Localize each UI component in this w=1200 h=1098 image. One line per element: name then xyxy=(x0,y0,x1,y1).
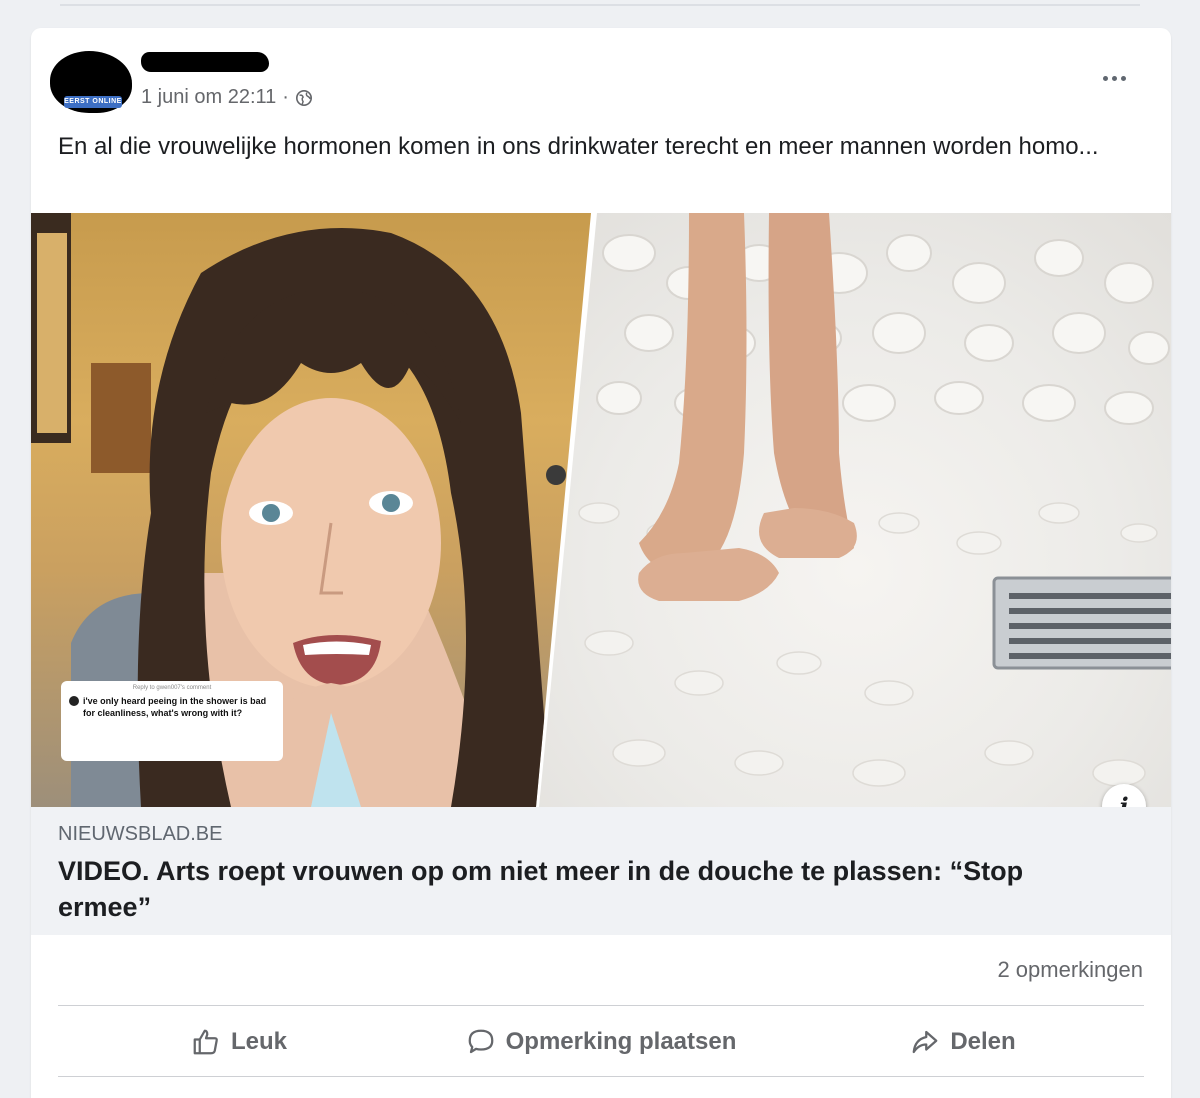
comment-count[interactable]: 2 opmerkingen xyxy=(997,957,1143,983)
like-label: Leuk xyxy=(230,1028,287,1055)
author-name-redacted[interactable] xyxy=(141,52,269,72)
link-title[interactable]: VIDEO. Arts roept vrouwen op om niet mee… xyxy=(58,853,1098,925)
shower-illustration xyxy=(578,213,1171,787)
post-meta: 1 juni om 22:11 · xyxy=(141,86,313,109)
thumbs-up-icon xyxy=(193,1029,218,1055)
action-bar: Leuk Opmerking plaatsen Delen xyxy=(58,1018,1144,1066)
post-card: EERST ONLINE 1 juni om 22:11 · En al die… xyxy=(31,28,1171,1098)
comment-label: Opmerking plaatsen xyxy=(505,1028,737,1055)
thumbnail-left-woman: Reply to gwen007's comment i've only hea… xyxy=(31,213,591,807)
share-label: Delen xyxy=(950,1028,1016,1055)
bottom-divider xyxy=(58,1076,1144,1077)
feed-divider xyxy=(60,4,1140,6)
thumbnail-right-shower-floor xyxy=(539,213,1171,807)
caption-reply-label: Reply to gwen007's comment xyxy=(132,685,212,691)
comment-icon xyxy=(468,1029,493,1054)
caption-comment-text: i've only heard peeing in the shower is … xyxy=(83,696,267,718)
meta-separator: · xyxy=(282,86,289,108)
share-icon xyxy=(912,1030,938,1054)
thumbnail-caption: Reply to gwen007's comment i've only hea… xyxy=(61,681,283,761)
comment-button[interactable]: Opmerking plaatsen xyxy=(420,1018,782,1066)
post-header: EERST ONLINE 1 juni om 22:11 · xyxy=(31,28,1171,128)
link-meta[interactable]: NIEUWSBLAD.BE VIDEO. Arts roept vrouwen … xyxy=(31,807,1171,935)
share-button[interactable]: Delen xyxy=(782,1018,1144,1066)
link-preview-image[interactable]: Reply to gwen007's comment i've only hea… xyxy=(31,213,1171,807)
like-button[interactable]: Leuk xyxy=(58,1018,420,1066)
globe-icon xyxy=(295,89,312,106)
post-timestamp[interactable]: 1 juni om 22:11 xyxy=(141,86,276,109)
avatar-badge: EERST ONLINE xyxy=(64,96,122,108)
actions-divider xyxy=(58,1005,1144,1006)
post-text: En al die vrouwelijke hormonen komen in … xyxy=(58,133,1099,160)
more-options-icon[interactable] xyxy=(1097,66,1131,90)
caption-comment: i've only heard peeing in the shower is … xyxy=(69,695,275,719)
caption-avatar xyxy=(69,696,79,706)
link-domain: NIEUWSBLAD.BE xyxy=(58,823,223,845)
